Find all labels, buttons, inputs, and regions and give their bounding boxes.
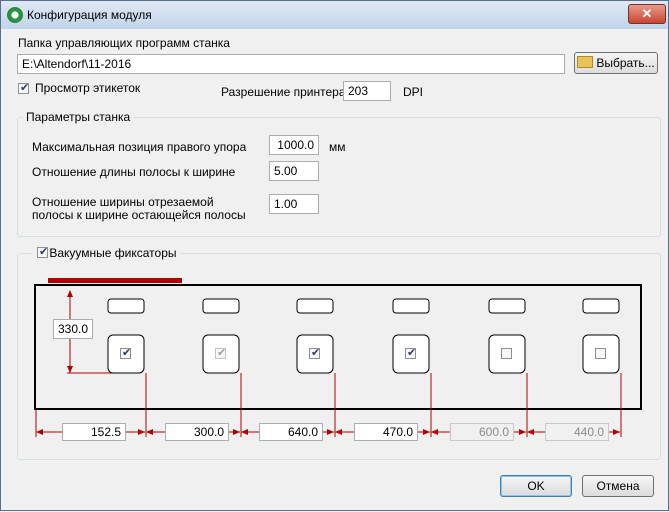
checkmark-icon: ✔ [407, 347, 417, 359]
clamp-checkbox-6[interactable] [595, 348, 606, 359]
clamp-distance-input-1[interactable]: 152.5 [62, 423, 126, 441]
clamp-label-slot [107, 298, 145, 314]
clamp-distance-input-3[interactable]: 640.0 [259, 423, 323, 441]
clamp-checkbox-4[interactable]: ✔ [405, 347, 417, 359]
clamp-offset-input[interactable]: 330.0 [53, 319, 93, 339]
clamp-distance-input-2[interactable]: 300.0 [165, 423, 229, 441]
cancel-button[interactable]: Отмена [582, 475, 654, 497]
checkmark-icon: ✔ [122, 347, 132, 359]
clamp-distance-input-6[interactable]: 440.0 [545, 423, 609, 441]
checkmark-icon: ✔ [311, 347, 321, 359]
stop-bar [48, 278, 182, 283]
clamp-label-slot [296, 298, 334, 314]
clamp-label-slot [582, 298, 620, 314]
clamp-label-slot [392, 298, 430, 314]
dialog-window: Конфигурация модуля ✕ Папка управляющих … [0, 0, 669, 511]
clamp-distance-input-5[interactable]: 600.0 [450, 423, 514, 441]
clamp-checkbox-2[interactable]: ✔ [215, 347, 227, 359]
clamp-checkbox-1[interactable]: ✔ [120, 347, 132, 359]
clamp-label-slot [202, 298, 240, 314]
clamp-checkbox-5[interactable] [501, 348, 512, 359]
clamp-distance-input-4[interactable]: 470.0 [354, 423, 418, 441]
checkmark-icon: ✔ [217, 347, 227, 359]
clamp-label-slot [488, 298, 526, 314]
clamp-checkbox-3[interactable]: ✔ [309, 347, 321, 359]
ok-button[interactable]: OK [500, 475, 572, 497]
